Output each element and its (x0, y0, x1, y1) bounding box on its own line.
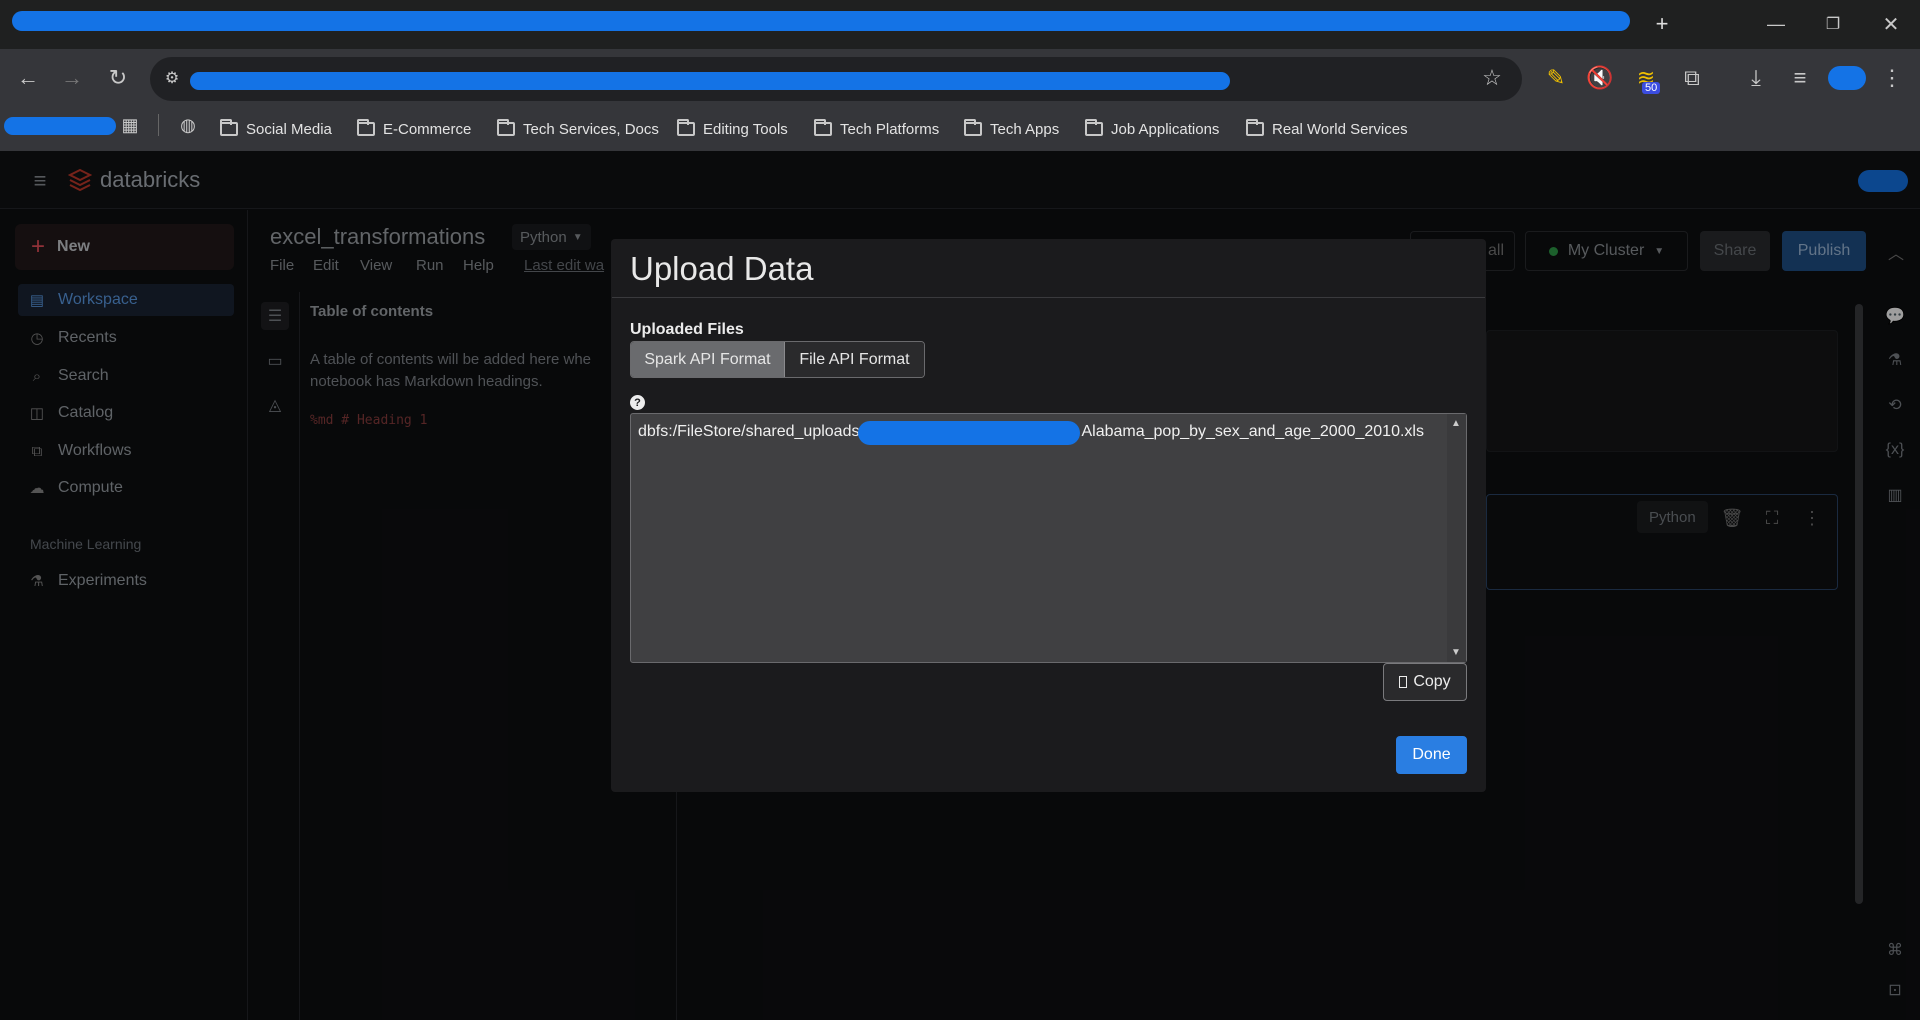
minimize-icon[interactable]: — (1760, 8, 1792, 40)
reload-icon[interactable]: ↻ (102, 62, 134, 94)
download-icon[interactable]: ⤓ (1740, 62, 1772, 94)
copy-button[interactable]: Copy (1383, 663, 1467, 701)
extensions-icon[interactable]: ⧉ (1676, 62, 1708, 94)
dialog-divider (612, 297, 1485, 298)
textarea-scrollbar[interactable]: ▲ ▼ (1447, 414, 1466, 662)
redacted-url (190, 72, 1230, 90)
copy-icon (1399, 676, 1408, 688)
bookmark-star-icon[interactable]: ☆ (1476, 62, 1508, 94)
site-info-icon[interactable]: ⚙ (156, 62, 188, 94)
bookmark-folder[interactable]: E-Commerce (357, 115, 471, 143)
apps-grid-icon[interactable]: ▦ (114, 109, 146, 141)
dialog-title: Upload Data (630, 250, 814, 287)
bookmark-folder[interactable]: Job Applications (1085, 115, 1219, 143)
profile-avatar[interactable] (1828, 66, 1866, 90)
bookmark-folder[interactable]: Real World Services (1246, 115, 1408, 143)
uploaded-files-label: Uploaded Files (630, 321, 744, 338)
scroll-up-icon[interactable]: ▲ (1451, 418, 1461, 429)
tab-spark-api-format[interactable]: Spark API Format (631, 342, 785, 377)
folder-icon (677, 119, 695, 136)
globe-icon[interactable]: ◍ (172, 109, 204, 141)
file-path-textarea[interactable] (630, 413, 1467, 663)
redacted-bookmark (4, 117, 116, 135)
redacted-username (858, 421, 1080, 445)
folder-icon (1246, 119, 1264, 136)
browser-menu-icon[interactable]: ⋮ (1876, 62, 1908, 94)
extension-badge: 50 (1642, 82, 1661, 94)
scroll-down-icon[interactable]: ▼ (1451, 647, 1461, 658)
bookmark-folder[interactable]: Tech Platforms (814, 115, 939, 143)
folder-icon (814, 119, 832, 136)
help-icon[interactable]: ? (630, 395, 645, 410)
new-tab-icon[interactable]: + (1646, 8, 1678, 40)
back-icon[interactable]: ← (12, 62, 44, 94)
redacted-tabs (12, 11, 1630, 31)
close-window-icon[interactable]: ✕ (1875, 8, 1907, 40)
folder-icon (964, 119, 982, 136)
media-icon[interactable]: ≡ (1784, 62, 1816, 94)
bookmark-folder[interactable]: Editing Tools (677, 115, 788, 143)
bookmark-folder[interactable]: Tech Apps (964, 115, 1059, 143)
tab-file-api-format[interactable]: File API Format (784, 342, 924, 377)
bookmark-folder[interactable]: Tech Services, Docs (497, 115, 659, 143)
bookmark-divider (158, 114, 159, 136)
highlighter-extension-icon[interactable]: ✎ (1540, 62, 1572, 94)
done-button[interactable]: Done (1396, 736, 1467, 774)
format-tab-group: Spark API Format File API Format (630, 341, 925, 378)
bookmark-folder[interactable]: Social Media (220, 115, 332, 143)
forward-icon[interactable]: → (56, 62, 88, 94)
folder-icon (1085, 119, 1103, 136)
folder-icon (220, 119, 238, 136)
restore-icon[interactable]: ❐ (1817, 8, 1849, 40)
mute-icon[interactable]: 🔇 (1584, 62, 1616, 94)
folder-icon (497, 119, 515, 136)
folder-icon (357, 119, 375, 136)
